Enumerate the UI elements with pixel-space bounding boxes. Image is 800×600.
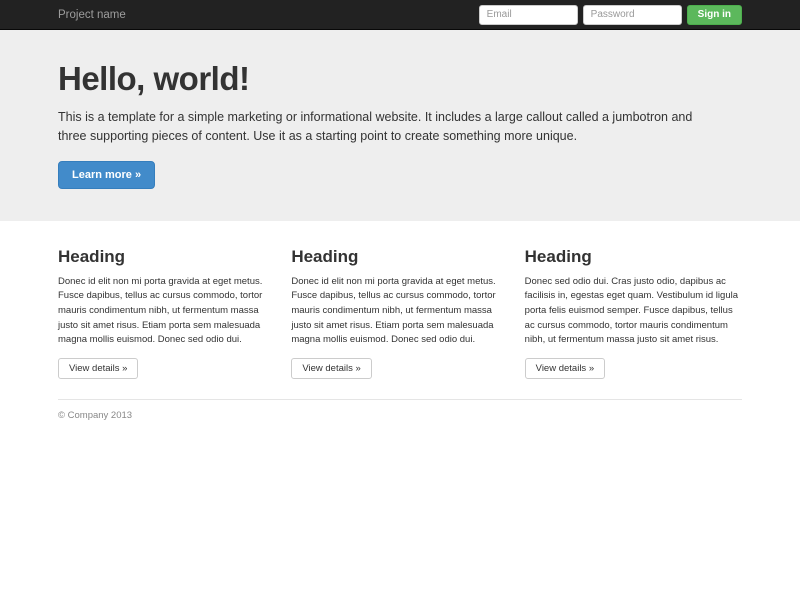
jumbotron-title: Hello, world! (58, 60, 250, 97)
jumbotron-description: This is a template for a simple marketin… (58, 110, 693, 143)
view-details-button-3[interactable]: View details » (524, 358, 606, 380)
content-column-3: Heading Donec sed odio dui. Cras justo o… (524, 246, 742, 380)
footer-divider (58, 399, 742, 401)
view-details-button-1[interactable]: View details » (58, 358, 139, 380)
password-input[interactable] (582, 4, 682, 25)
column-heading: Heading (524, 246, 592, 266)
view-details-button-2[interactable]: View details » (291, 358, 372, 380)
footer: © Company 2013 (58, 410, 742, 421)
sign-in-button[interactable]: Sign in (686, 4, 742, 25)
email-input[interactable] (478, 4, 578, 25)
copyright-text: © Company 2013 (58, 410, 133, 422)
column-heading: Heading (291, 246, 359, 266)
column-heading: Heading (58, 246, 126, 266)
column-text: Donec sed odio dui. Cras justo odio, dap… (524, 275, 738, 346)
learn-more-button[interactable]: Learn more » (58, 160, 156, 189)
sign-in-form: Sign in (478, 4, 742, 25)
content-column-1: Heading Donec id elit non mi porta gravi… (58, 247, 275, 380)
main-content: Heading Donec id elit non mi porta gravi… (58, 247, 742, 421)
jumbotron: Hello, world! This is a template for a s… (0, 30, 800, 221)
navbar: Project name Sign in (0, 0, 800, 30)
navbar-brand[interactable]: Project name (58, 9, 126, 21)
column-text: Donec id elit non mi porta gravida at eg… (58, 275, 263, 346)
columns-row: Heading Donec id elit non mi porta gravi… (58, 247, 742, 380)
content-column-2: Heading Donec id elit non mi porta gravi… (291, 247, 508, 380)
column-text: Donec id elit non mi porta gravida at eg… (291, 275, 496, 346)
